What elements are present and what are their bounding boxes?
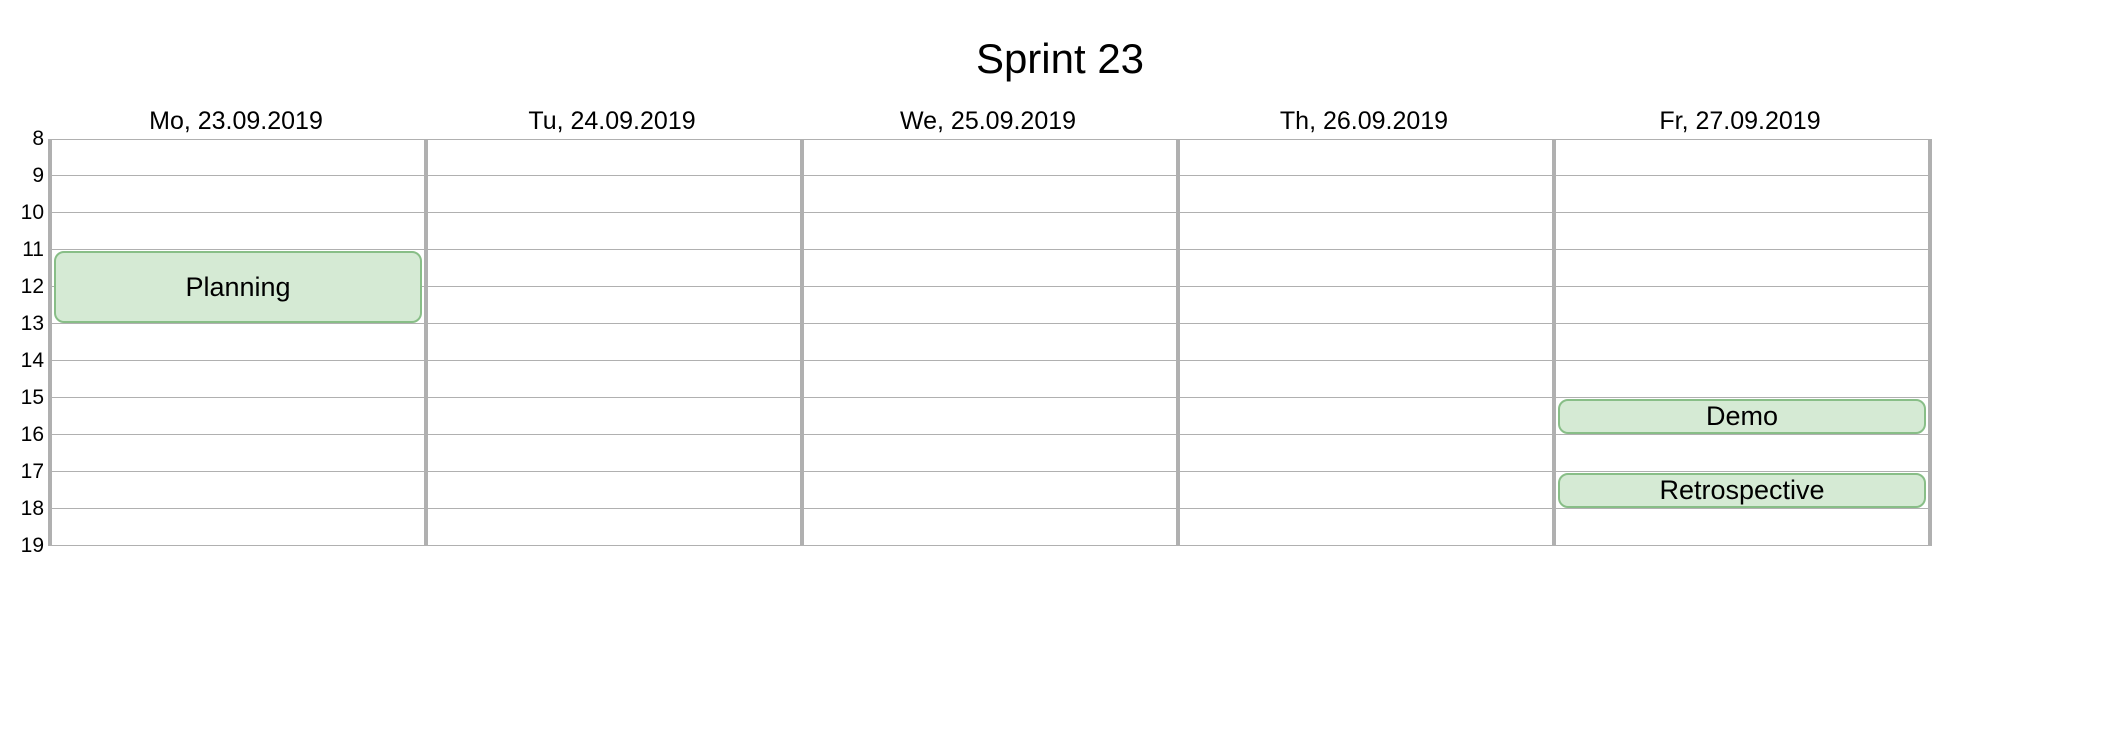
page-title: Sprint 23 <box>0 0 2120 103</box>
day-separator <box>1552 139 1556 546</box>
calendar-header-row: Mo, 23.09.2019Tu, 24.09.2019We, 25.09.20… <box>48 103 1928 139</box>
calendar-event[interactable]: Planning <box>54 251 422 323</box>
hour-label: 17 <box>10 460 44 484</box>
hour-row <box>52 176 1928 213</box>
day-header: Fr, 27.09.2019 <box>1552 103 1928 139</box>
hour-label: 13 <box>10 312 44 336</box>
hour-label: 19 <box>10 534 44 558</box>
hour-row <box>52 139 1928 176</box>
hour-row <box>52 361 1928 398</box>
hour-row <box>52 435 1928 472</box>
event-title: Retrospective <box>1659 475 1824 506</box>
event-title: Planning <box>185 272 290 303</box>
day-separator <box>424 139 428 546</box>
hour-label: 16 <box>10 423 44 447</box>
hour-label: 12 <box>10 275 44 299</box>
day-separator <box>1176 139 1180 546</box>
hour-label: 8 <box>10 127 44 151</box>
day-header: Th, 26.09.2019 <box>1176 103 1552 139</box>
day-header: Mo, 23.09.2019 <box>48 103 424 139</box>
hour-row <box>52 213 1928 250</box>
day-header: Tu, 24.09.2019 <box>424 103 800 139</box>
day-header: We, 25.09.2019 <box>800 103 1176 139</box>
hour-label: 10 <box>10 201 44 225</box>
hour-label: 11 <box>10 238 44 262</box>
event-title: Demo <box>1706 401 1778 432</box>
day-separator <box>800 139 804 546</box>
calendar-event[interactable]: Retrospective <box>1558 473 1926 508</box>
calendar-event[interactable]: Demo <box>1558 399 1926 434</box>
hour-label: 18 <box>10 497 44 521</box>
hour-row <box>52 509 1928 546</box>
hour-row <box>52 324 1928 361</box>
day-separator <box>1928 139 1932 546</box>
calendar-grid: 8910111213141516171819PlanningDemoRetros… <box>48 139 1928 546</box>
hour-label: 14 <box>10 349 44 373</box>
hour-label: 15 <box>10 386 44 410</box>
hour-label: 9 <box>10 164 44 188</box>
week-calendar: Mo, 23.09.2019Tu, 24.09.2019We, 25.09.20… <box>48 103 1928 546</box>
